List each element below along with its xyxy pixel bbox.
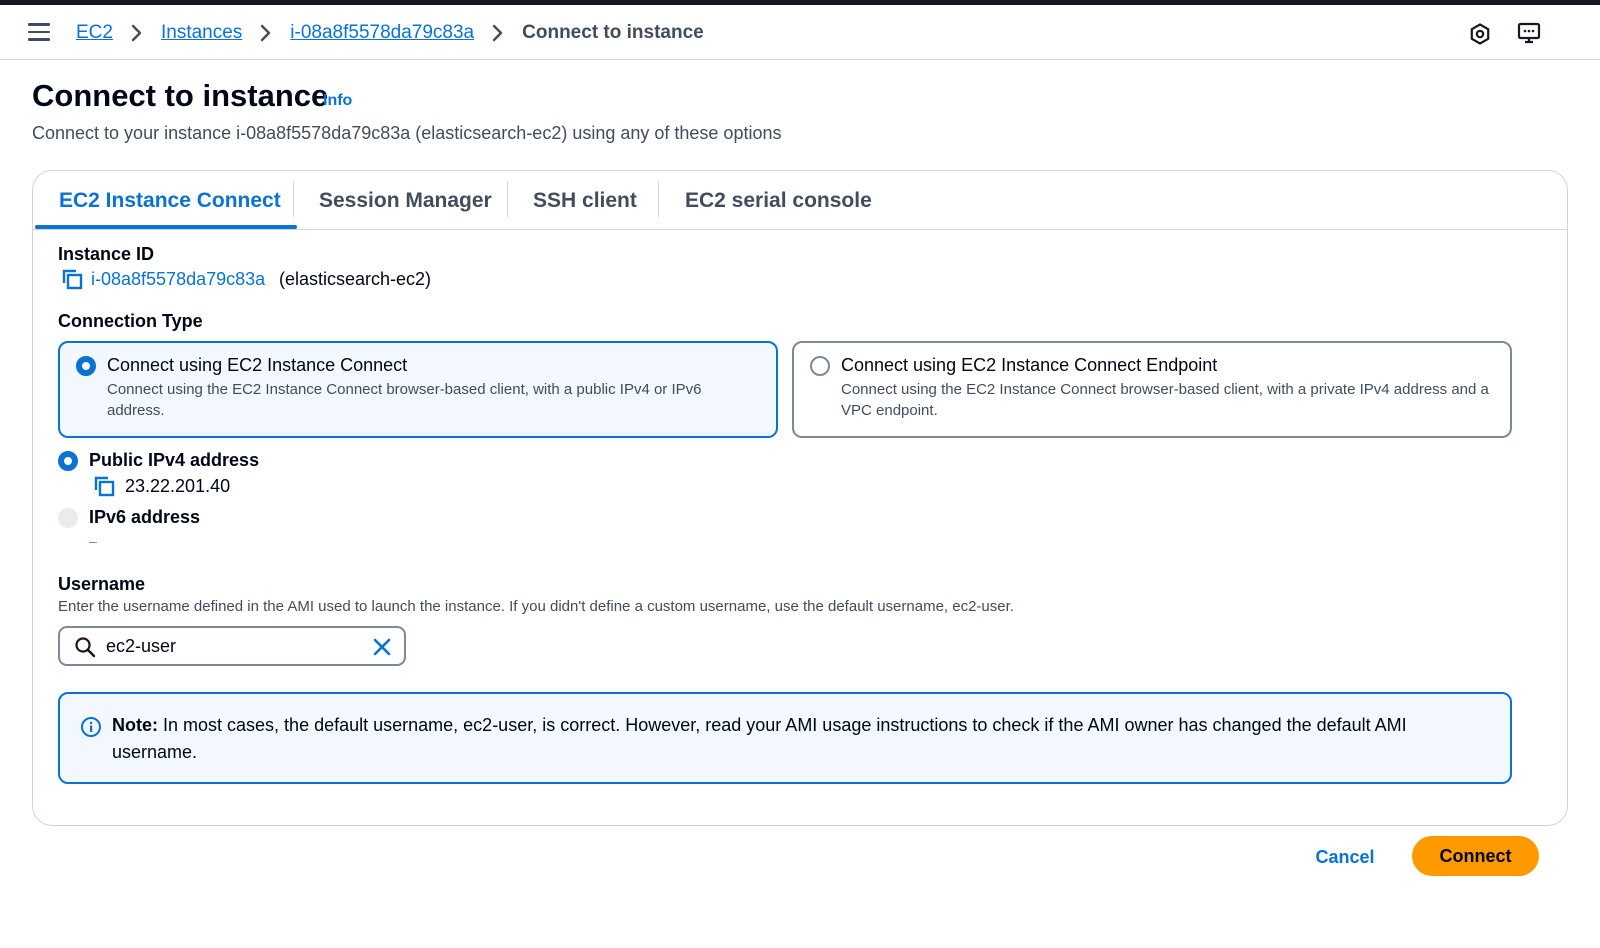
option-description: Connect using the EC2 Instance Connect b…	[107, 381, 702, 419]
instance-id-link[interactable]: i-08a8f5578da79c83a	[91, 269, 265, 290]
tab-ssh-client[interactable]: SSH client	[507, 171, 663, 230]
tab-ec2-instance-connect[interactable]: EC2 Instance Connect	[33, 171, 307, 230]
page-title: Connect to instance	[32, 78, 329, 113]
option-title: Connect using EC2 Instance Connect Endpo…	[841, 355, 1218, 375]
top-header: EC2 Instances i-08a8f5578da79c83a Connec…	[0, 5, 1600, 60]
radio-ipv6-disabled[interactable]	[58, 508, 78, 528]
ipv6-value: –	[89, 533, 97, 549]
info-link[interactable]: Info	[323, 92, 352, 110]
option-title: Connect using EC2 Instance Connect	[107, 355, 408, 375]
username-field[interactable]	[58, 626, 406, 666]
breadcrumb-current: Connect to instance	[522, 22, 704, 43]
note-prefix: Note:	[112, 715, 158, 735]
search-icon	[74, 636, 96, 658]
info-alert: Note: In most cases, the default usernam…	[58, 692, 1512, 784]
breadcrumb-instance-id[interactable]: i-08a8f5578da79c83a	[290, 22, 474, 44]
public-ipv4-value: 23.22.201.40	[125, 476, 231, 496]
radio-unselected-icon[interactable]	[810, 356, 830, 376]
copy-icon[interactable]	[62, 269, 84, 291]
copy-icon[interactable]	[94, 476, 116, 498]
hamburger-menu-icon[interactable]	[28, 23, 50, 43]
chevron-right-icon	[125, 21, 149, 45]
option-description: Connect using the EC2 Instance Connect b…	[841, 381, 1489, 419]
feedback-screen-icon[interactable]	[1515, 20, 1543, 48]
connection-option-endpoint[interactable]: Connect using EC2 Instance Connect Endpo…	[792, 341, 1512, 438]
chevron-right-icon	[486, 21, 510, 45]
clear-icon[interactable]	[370, 635, 394, 659]
connection-type-label: Connection Type	[58, 311, 203, 331]
radio-public-ipv4[interactable]	[58, 451, 78, 471]
connection-option-instance-connect[interactable]: Connect using EC2 Instance Connect Conne…	[58, 341, 778, 438]
radio-selected-icon[interactable]	[76, 356, 96, 376]
settings-hex-icon[interactable]	[1466, 20, 1494, 48]
breadcrumb-ec2[interactable]: EC2	[76, 22, 113, 44]
username-label: Username	[58, 574, 146, 594]
breadcrumb: EC2 Instances i-08a8f5578da79c83a Connec…	[76, 19, 704, 47]
note-body: In most cases, the default username, ec2…	[112, 715, 1407, 762]
cancel-button[interactable]: Cancel	[1302, 838, 1388, 876]
tab-session-manager[interactable]: Session Manager	[293, 171, 518, 230]
username-hint: Enter the username defined in the AMI us…	[58, 598, 1014, 615]
page-description: Connect to your instance i-08a8f5578da79…	[32, 123, 782, 143]
username-input[interactable]	[106, 634, 356, 658]
alert-text: Note: In most cases, the default usernam…	[112, 712, 1492, 766]
instance-name: (elasticsearch-ec2)	[279, 269, 432, 289]
public-ipv4-label: Public IPv4 address	[89, 450, 260, 470]
chevron-right-icon	[254, 21, 278, 45]
breadcrumb-instances[interactable]: Instances	[161, 22, 242, 44]
info-circle-icon	[80, 716, 102, 738]
tab-bar: EC2 Instance Connect Session Manager SSH…	[33, 171, 1567, 230]
connect-button[interactable]: Connect	[1412, 836, 1539, 876]
ipv6-label: IPv6 address	[89, 507, 201, 527]
active-tab-indicator	[35, 225, 297, 229]
tab-ec2-serial-console[interactable]: EC2 serial console	[659, 171, 898, 230]
instance-id-label: Instance ID	[58, 244, 155, 264]
